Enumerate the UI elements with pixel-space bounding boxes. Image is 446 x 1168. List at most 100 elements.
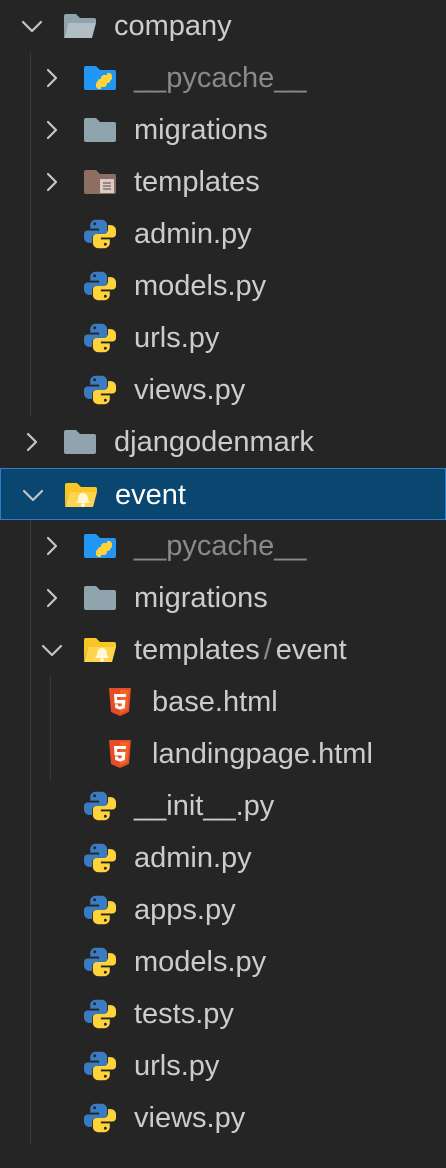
item-label: migrations [134, 572, 268, 624]
item-name: admin.py [134, 842, 252, 874]
item-label: landingpage.html [152, 728, 373, 780]
item-label: event [115, 469, 186, 521]
item-name: templates [134, 166, 260, 198]
item-name: event [115, 479, 186, 511]
html5-file-icon [102, 686, 138, 718]
item-name: __pycache__ [134, 530, 307, 562]
folder-open-yellow-icon [63, 479, 99, 511]
item-name: __init__.py [134, 790, 275, 822]
item-label: __init__.py [134, 780, 274, 832]
item-name: urls.py [134, 1050, 220, 1082]
python-file-icon [82, 1102, 118, 1134]
python-file-icon [82, 374, 118, 406]
item-name: views.py [134, 374, 246, 406]
item-name: __pycache__ [134, 62, 307, 94]
item-label: tests.py [134, 988, 234, 1040]
python-folder-icon [82, 62, 118, 94]
folder-icon [82, 114, 118, 146]
folder-icon [82, 582, 118, 614]
chevron-right-icon[interactable] [40, 586, 64, 610]
chevron-right-icon[interactable] [40, 170, 64, 194]
python-file-icon [82, 842, 118, 874]
python-file-icon [82, 998, 118, 1030]
item-label: models.py [134, 260, 266, 312]
python-file-icon [82, 790, 118, 822]
folder-row-company[interactable]: company [0, 0, 446, 52]
item-label: templates / event [134, 624, 347, 676]
python-folder-icon [82, 530, 118, 562]
file-row-urls-py[interactable]: urls.py [0, 312, 446, 364]
chevron-right-icon[interactable] [40, 118, 64, 142]
file-explorer-tree: company __pycache__ migrations templates adm… [0, 0, 446, 1168]
item-name: urls.py [134, 322, 220, 354]
item-name: migrations [134, 114, 268, 146]
file-row-views-py[interactable]: views.py [0, 1092, 446, 1144]
file-row-tests-py[interactable]: tests.py [0, 988, 446, 1040]
item-name: templates [134, 634, 260, 666]
item-label: admin.py [134, 208, 252, 260]
templates-folder-icon [82, 166, 118, 198]
file-row-landingpage-html[interactable]: landingpage.html [0, 728, 446, 780]
item-label: models.py [134, 936, 266, 988]
python-file-icon [82, 1050, 118, 1082]
item-name: migrations [134, 582, 268, 614]
item-label: urls.py [134, 312, 219, 364]
folder-row-migrations[interactable]: migrations [0, 104, 446, 156]
item-name: djangodenmark [114, 426, 314, 458]
file-row-urls-py[interactable]: urls.py [0, 1040, 446, 1092]
folder-open-icon [62, 10, 98, 42]
item-label: base.html [152, 676, 278, 728]
folder-row-djangodenmark[interactable]: djangodenmark [0, 416, 446, 468]
html5-file-icon [102, 738, 138, 770]
file-row-init-py[interactable]: __init__.py [0, 780, 446, 832]
file-row-views-py[interactable]: views.py [0, 364, 446, 416]
python-file-icon [82, 218, 118, 250]
item-name: admin.py [134, 218, 252, 250]
item-name: models.py [134, 946, 267, 978]
folder-row-templates[interactable]: templates [0, 156, 446, 208]
chevron-down-icon[interactable] [20, 14, 44, 38]
python-file-icon [82, 894, 118, 926]
python-file-icon [82, 946, 118, 978]
item-label: templates [134, 156, 260, 208]
item-label: __pycache__ [134, 52, 307, 104]
item-label: apps.py [134, 884, 236, 936]
folder-row-templates[interactable]: templates / event [0, 624, 446, 676]
file-row-base-html[interactable]: base.html [0, 676, 446, 728]
item-name: tests.py [134, 998, 234, 1030]
file-row-models-py[interactable]: models.py [0, 936, 446, 988]
item-label: migrations [134, 104, 268, 156]
folder-row-event[interactable]: event [0, 468, 446, 520]
folder-row-migrations[interactable]: migrations [0, 572, 446, 624]
chevron-down-icon[interactable] [21, 483, 45, 507]
item-label: urls.py [134, 1040, 219, 1092]
file-row-admin-py[interactable]: admin.py [0, 208, 446, 260]
python-file-icon [82, 270, 118, 302]
chevron-down-icon[interactable] [40, 638, 64, 662]
item-name: company [114, 10, 232, 42]
item-label: views.py [134, 364, 245, 416]
chevron-right-icon[interactable] [40, 534, 64, 558]
item-label: djangodenmark [114, 416, 314, 468]
folder-icon [62, 426, 98, 458]
item-label: admin.py [134, 832, 252, 884]
item-label: views.py [134, 1092, 245, 1144]
item-name: landingpage.html [152, 738, 373, 770]
chevron-right-icon[interactable] [20, 430, 44, 454]
folder-row-pycache[interactable]: __pycache__ [0, 52, 446, 104]
item-name: base.html [152, 686, 278, 718]
file-row-apps-py[interactable]: apps.py [0, 884, 446, 936]
chevron-right-icon[interactable] [40, 66, 64, 90]
item-name: models.py [134, 270, 267, 302]
python-file-icon [82, 322, 118, 354]
item-label: __pycache__ [134, 520, 307, 572]
file-row-admin-py[interactable]: admin.py [0, 832, 446, 884]
path-separator: / [263, 634, 272, 666]
folder-row-pycache[interactable]: __pycache__ [0, 520, 446, 572]
folder-open-yellow-icon [82, 634, 118, 666]
item-name: views.py [134, 1102, 246, 1134]
compact-child-name: event [275, 634, 347, 666]
file-row-models-py[interactable]: models.py [0, 260, 446, 312]
item-label: company [114, 0, 232, 52]
item-name: apps.py [134, 894, 236, 926]
